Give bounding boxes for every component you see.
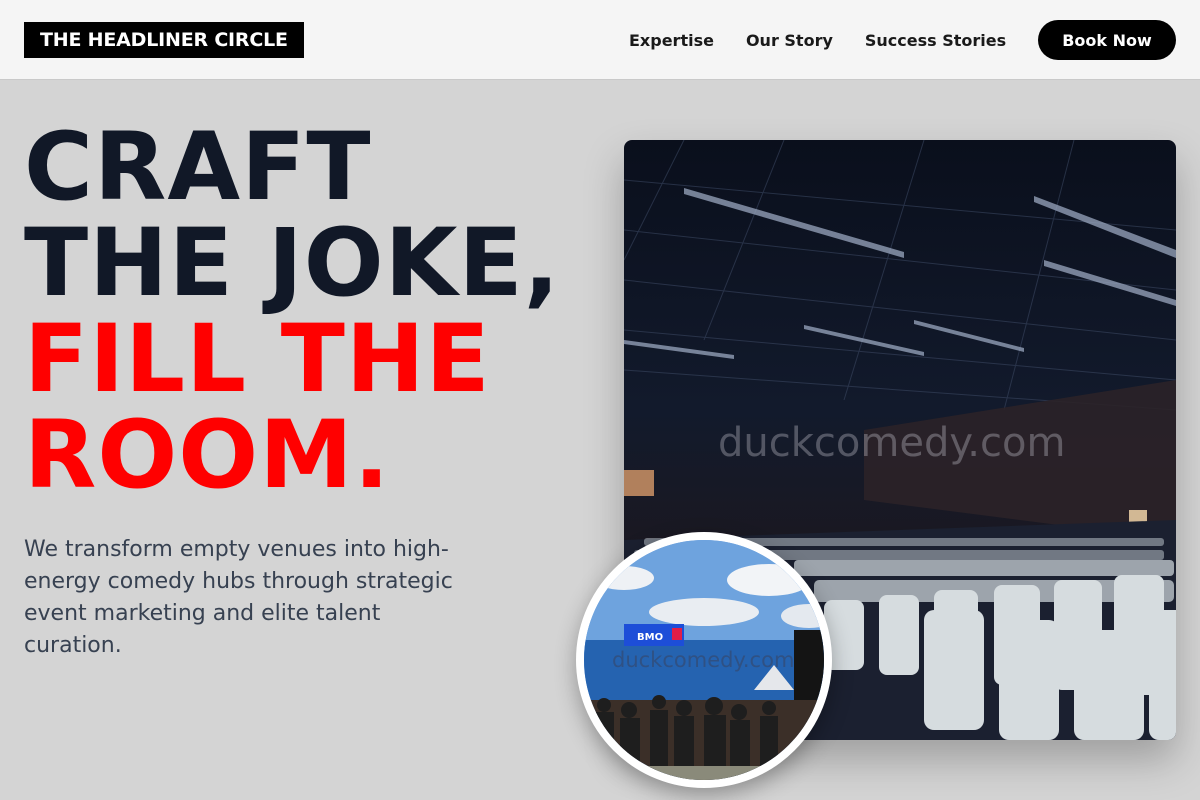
hero-headline: CRAFT THE JOKE, FILL THE ROOM. <box>24 120 560 504</box>
headline-line-4: ROOM. <box>24 401 391 510</box>
bmo-sign-text: BMO <box>637 632 663 643</box>
navbar: THE HEADLINER CIRCLE Expertise Our Story… <box>0 0 1200 80</box>
hero-subtext: We transform empty venues into high-ener… <box>24 537 453 658</box>
headline-line-1: CRAFT <box>24 113 372 222</box>
nav-links: Expertise Our Story Success Stories <box>629 0 1038 80</box>
headline-line-2: THE JOKE, <box>24 209 561 318</box>
book-now-button[interactable]: Book Now <box>1038 20 1176 60</box>
circle-photo-watermark: duckcomedy.com <box>612 648 795 672</box>
nav-link-success-stories[interactable]: Success Stories <box>865 31 1006 50</box>
nav-link-our-story[interactable]: Our Story <box>746 31 833 50</box>
outdoor-event-photo: BMO duckcomedy.com <box>576 532 832 788</box>
headline-line-3: FILL THE <box>24 305 491 414</box>
nav-link-expertise[interactable]: Expertise <box>629 31 714 50</box>
venue-photo-watermark: duckcomedy.com <box>718 420 1066 466</box>
site-logo[interactable]: THE HEADLINER CIRCLE <box>24 22 304 58</box>
